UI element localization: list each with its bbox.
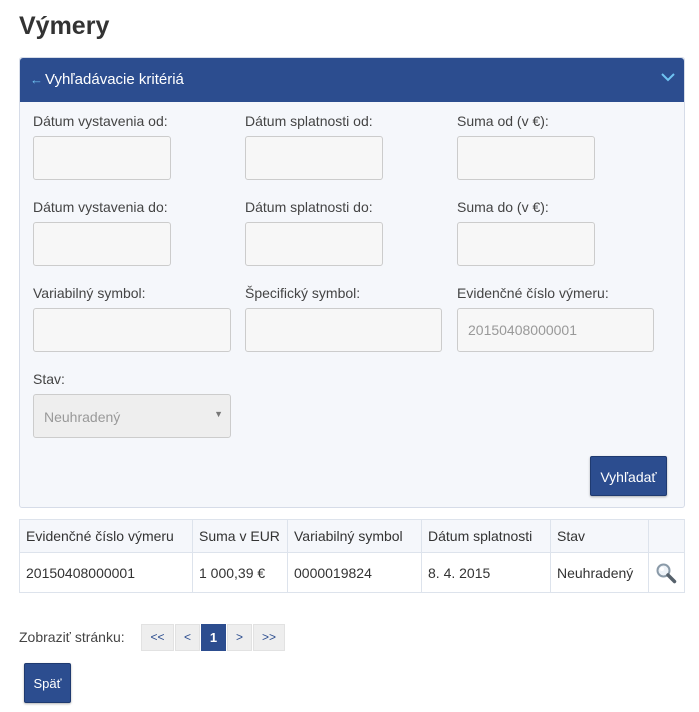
results-table: Evidenčné číslo výmeru Suma v EUR Variab… bbox=[19, 519, 685, 593]
table-row: 20150408000001 1 000,39 € 0000019824 8. … bbox=[19, 552, 685, 593]
cell-due-date: 8. 4. 2015 bbox=[421, 552, 551, 593]
record-number-label: Evidenčné číslo výmeru: bbox=[457, 285, 609, 301]
due-date-from-input[interactable] bbox=[245, 136, 383, 180]
variable-symbol-input[interactable] bbox=[33, 308, 231, 352]
cell-actions bbox=[648, 552, 685, 593]
column-header-status[interactable]: Stav bbox=[550, 519, 649, 553]
due-date-from-label: Dátum splatnosti od: bbox=[245, 113, 373, 129]
search-panel-header[interactable]: ← Vyhľadávacie kritériá bbox=[20, 58, 684, 102]
issue-date-from-input[interactable] bbox=[33, 136, 171, 180]
record-number-input[interactable] bbox=[457, 308, 654, 352]
caret-down-icon: ▼ bbox=[214, 409, 223, 419]
back-button[interactable]: Späť bbox=[24, 663, 71, 703]
pagination-label: Zobraziť stránku: bbox=[19, 629, 125, 645]
status-select-value: Neuhradený bbox=[44, 409, 121, 425]
status-label: Stav: bbox=[33, 371, 65, 387]
pagination-last[interactable]: >> bbox=[253, 624, 285, 651]
specific-symbol-input[interactable] bbox=[245, 308, 442, 352]
chevron-down-icon[interactable] bbox=[661, 72, 675, 82]
column-header-amount[interactable]: Suma v EUR bbox=[192, 519, 288, 553]
column-header-actions bbox=[648, 519, 685, 553]
status-select[interactable]: Neuhradený ▼ bbox=[33, 394, 231, 438]
due-date-to-label: Dátum splatnosti do: bbox=[245, 199, 373, 215]
amount-to-label: Suma do (v €): bbox=[457, 199, 549, 215]
issue-date-to-label: Dátum vystavenia do: bbox=[33, 199, 168, 215]
variable-symbol-label: Variabilný symbol: bbox=[33, 285, 146, 301]
cell-variable-symbol: 0000019824 bbox=[287, 552, 422, 593]
search-criteria-panel: ← Vyhľadávacie kritériá Dátum vystavenia… bbox=[19, 57, 685, 508]
amount-from-label: Suma od (v €): bbox=[457, 113, 549, 129]
search-button[interactable]: Vyhľadať bbox=[590, 456, 667, 496]
column-header-due-date[interactable]: Dátum splatnosti bbox=[421, 519, 551, 553]
pagination-next[interactable]: > bbox=[227, 624, 252, 651]
pagination-page-current[interactable]: 1 bbox=[201, 624, 226, 651]
issue-date-from-label: Dátum vystavenia od: bbox=[33, 113, 168, 129]
column-header-record-number[interactable]: Evidenčné číslo výmeru bbox=[19, 519, 193, 553]
amount-from-input[interactable] bbox=[457, 136, 595, 180]
table-header-row: Evidenčné číslo výmeru Suma v EUR Variab… bbox=[19, 519, 685, 553]
collapse-indicator-icon: ← bbox=[30, 72, 43, 87]
page-title: Výmery bbox=[19, 12, 110, 40]
cell-record-number: 20150408000001 bbox=[19, 552, 193, 593]
issue-date-to-input[interactable] bbox=[33, 222, 171, 266]
magnifier-icon[interactable] bbox=[655, 562, 677, 584]
amount-to-input[interactable] bbox=[457, 222, 595, 266]
pagination-first[interactable]: << bbox=[141, 624, 174, 651]
column-header-variable-symbol[interactable]: Variabilný symbol bbox=[287, 519, 422, 553]
specific-symbol-label: Špecifický symbol: bbox=[245, 285, 361, 301]
due-date-to-input[interactable] bbox=[245, 222, 383, 266]
cell-status: Neuhradený bbox=[550, 552, 649, 593]
search-panel-title: Vyhľadávacie kritériá bbox=[45, 71, 184, 88]
cell-amount: 1 000,39 € bbox=[192, 552, 288, 593]
pagination-prev[interactable]: < bbox=[175, 624, 200, 651]
